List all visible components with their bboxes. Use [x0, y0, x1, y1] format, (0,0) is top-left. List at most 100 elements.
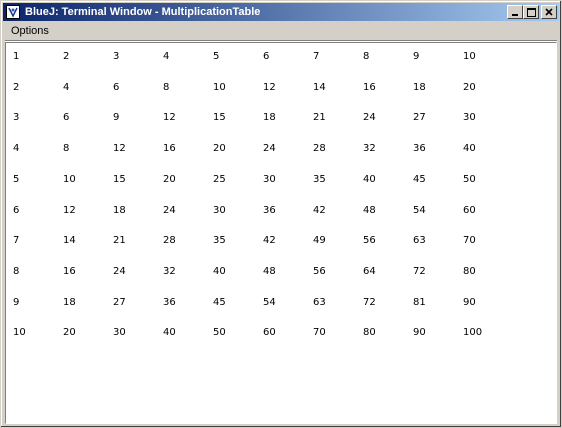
output-value: 28	[313, 143, 326, 154]
output-value: 90	[463, 297, 476, 308]
output-value: 14	[313, 82, 326, 93]
close-button[interactable]	[541, 5, 557, 19]
output-value: 27	[113, 297, 126, 308]
output-value: 60	[263, 327, 276, 338]
output-value: 4	[163, 51, 170, 62]
output-value: 54	[413, 205, 426, 216]
output-value: 12	[113, 143, 126, 154]
output-value: 90	[413, 327, 426, 338]
output-value: 40	[363, 174, 376, 185]
output-value: 27	[413, 112, 426, 123]
output-value: 70	[313, 327, 326, 338]
output-value: 2	[63, 51, 70, 62]
output-value: 6	[113, 82, 120, 93]
output-value: 7	[313, 51, 320, 62]
output-value: 80	[363, 327, 376, 338]
output-value: 56	[313, 266, 326, 277]
output-value: 28	[163, 235, 176, 246]
output-value: 9	[113, 112, 120, 123]
output-value: 30	[263, 174, 276, 185]
output-value: 3	[113, 51, 120, 62]
output-value: 45	[413, 174, 426, 185]
output-value: 18	[63, 297, 76, 308]
output-value: 18	[263, 112, 276, 123]
output-value: 36	[413, 143, 426, 154]
output-value: 8	[63, 143, 70, 154]
output-value: 100	[463, 327, 483, 338]
output-value: 81	[413, 297, 426, 308]
output-value: 40	[463, 143, 476, 154]
output-value: 6	[13, 205, 20, 216]
minimize-icon	[512, 14, 518, 16]
bluej-icon[interactable]	[5, 4, 21, 20]
output-value: 21	[113, 235, 126, 246]
output-value: 42	[313, 205, 326, 216]
output-value: 63	[413, 235, 426, 246]
output-value: 30	[113, 327, 126, 338]
output-value: 10	[63, 174, 76, 185]
output-value: 10	[463, 51, 476, 62]
output-value: 15	[213, 112, 226, 123]
output-value: 20	[213, 143, 226, 154]
output-value: 30	[213, 205, 226, 216]
window-title: BlueJ: Terminal Window - MultiplicationT…	[25, 6, 261, 18]
output-value: 12	[63, 205, 76, 216]
output-value: 20	[463, 82, 476, 93]
output-value: 63	[313, 297, 326, 308]
output-value: 20	[63, 327, 76, 338]
output-value: 9	[413, 51, 420, 62]
output-value: 35	[213, 235, 226, 246]
output-value: 45	[213, 297, 226, 308]
output-value: 72	[363, 297, 376, 308]
output-value: 18	[413, 82, 426, 93]
output-value: 10	[13, 327, 26, 338]
maximize-icon	[526, 7, 536, 17]
minimize-button[interactable]	[507, 5, 523, 19]
output-value: 60	[463, 205, 476, 216]
output-value: 56	[363, 235, 376, 246]
output-value: 24	[163, 205, 176, 216]
output-value: 24	[363, 112, 376, 123]
output-value: 32	[363, 143, 376, 154]
output-value: 16	[63, 266, 76, 277]
output-value: 15	[113, 174, 126, 185]
output-value: 70	[463, 235, 476, 246]
output-value: 8	[13, 266, 20, 277]
output-value: 42	[263, 235, 276, 246]
output-value: 4	[63, 82, 70, 93]
output-value: 8	[163, 82, 170, 93]
output-value: 72	[413, 266, 426, 277]
output-value: 35	[313, 174, 326, 185]
output-value: 10	[213, 82, 226, 93]
output-value: 16	[163, 143, 176, 154]
output-value: 21	[313, 112, 326, 123]
output-value: 40	[163, 327, 176, 338]
maximize-button[interactable]	[523, 5, 539, 19]
output-value: 32	[163, 266, 176, 277]
menu-options[interactable]: Options	[3, 25, 57, 37]
output-value: 12	[163, 112, 176, 123]
output-value: 12	[263, 82, 276, 93]
output-value: 48	[263, 266, 276, 277]
output-value: 36	[263, 205, 276, 216]
output-value: 9	[13, 297, 20, 308]
output-value: 8	[363, 51, 370, 62]
output-value: 48	[363, 205, 376, 216]
output-value: 30	[463, 112, 476, 123]
output-value: 54	[263, 297, 276, 308]
output-value: 50	[213, 327, 226, 338]
menu-bar: Options	[3, 22, 559, 39]
output-value: 64	[363, 266, 376, 277]
output-value: 5	[13, 174, 20, 185]
terminal-window: BlueJ: Terminal Window - MultiplicationT…	[0, 0, 562, 428]
output-value: 50	[463, 174, 476, 185]
title-bar[interactable]: BlueJ: Terminal Window - MultiplicationT…	[3, 3, 559, 21]
output-value: 3	[13, 112, 20, 123]
output-value: 49	[313, 235, 326, 246]
output-value: 24	[263, 143, 276, 154]
output-value: 80	[463, 266, 476, 277]
terminal-output[interactable]: 1 2 3 4 5 6 7 8 9 10 2 4 6 8 10 12 14 16 18 20 3 6 9 12 15 18 21 24…	[5, 42, 557, 424]
output-value: 24	[113, 266, 126, 277]
output-value: 6	[263, 51, 270, 62]
output-value: 1	[13, 51, 20, 62]
